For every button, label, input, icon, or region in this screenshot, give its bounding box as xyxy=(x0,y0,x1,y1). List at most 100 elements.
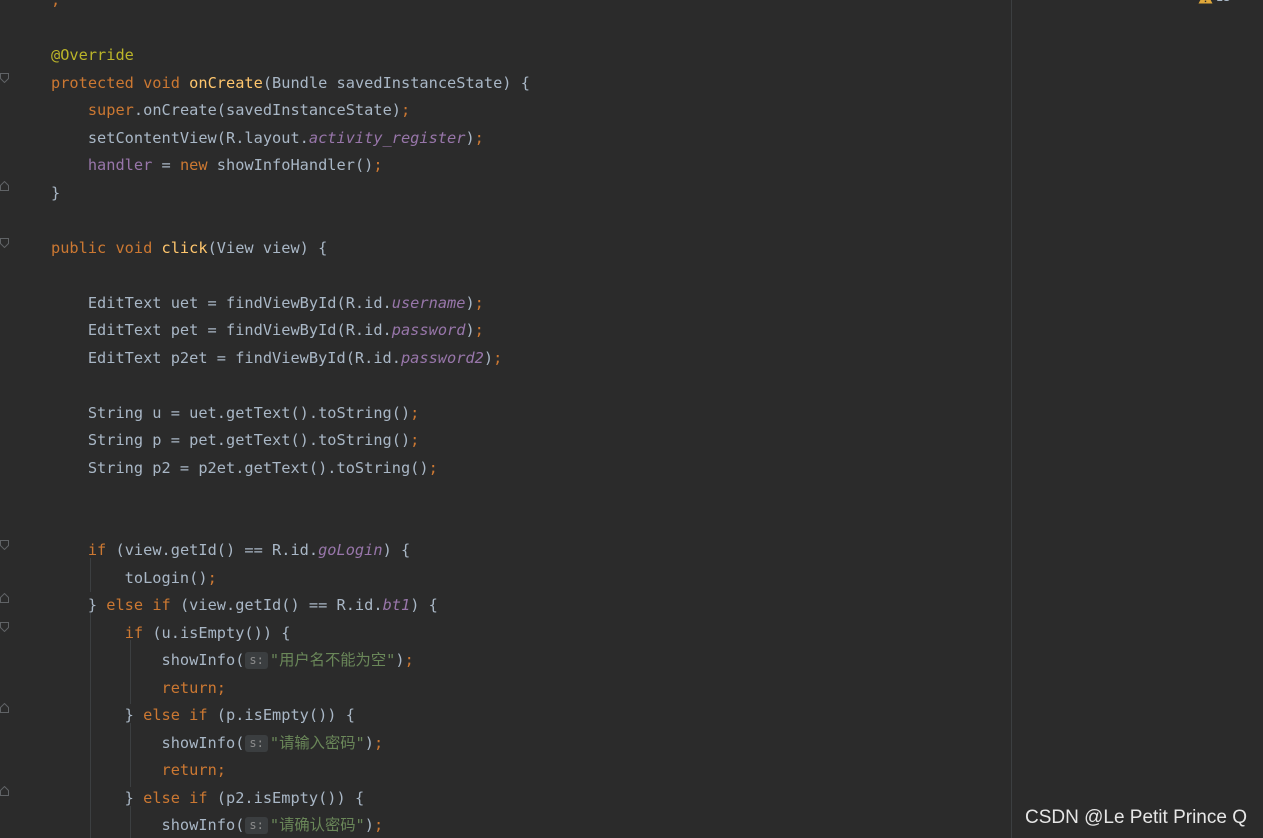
code-token: String p = pet.getText().toString() xyxy=(51,431,411,449)
code-token: password xyxy=(391,321,466,339)
inspection-widget[interactable]: 15 xyxy=(1198,0,1231,4)
code-token: password2 xyxy=(400,348,484,367)
code-token: ) xyxy=(364,816,374,834)
code-token: ; xyxy=(400,101,411,119)
code-token: return; xyxy=(161,678,226,697)
code-token: ; xyxy=(474,128,484,147)
code-token: EditText pet = findViewById(R.id. xyxy=(51,321,392,339)
code-token: "用户名不能为空" xyxy=(269,651,396,669)
code-line[interactable]: protected void onCreate(Bundle savedInst… xyxy=(51,72,530,94)
code-token: ; xyxy=(410,431,420,449)
code-line[interactable]: @Override xyxy=(51,44,134,66)
code-token: EditText uet = findViewById(R.id. xyxy=(51,293,392,312)
code-line[interactable]: String p2 = p2et.getText().toString(); xyxy=(51,457,438,479)
parameter-hint: s: xyxy=(245,734,268,752)
code-token: } xyxy=(51,596,107,614)
code-line[interactable]: showInfo(s: "用户名不能为空"); xyxy=(51,649,414,671)
code-token: (View view) { xyxy=(207,238,328,257)
code-token: ) { xyxy=(410,596,438,614)
code-token: ; xyxy=(404,651,414,669)
code-token: ; xyxy=(474,293,484,312)
code-line[interactable]: return; xyxy=(51,759,226,781)
code-token: (p2.isEmpty()) { xyxy=(216,788,365,807)
code-token: String p2 = p2et.getText().toString() xyxy=(51,458,429,477)
code-line[interactable]: } else if (p2.isEmpty()) { xyxy=(51,787,364,809)
code-token: protected void xyxy=(51,73,190,92)
code-line[interactable]: if (u.isEmpty()) { xyxy=(51,622,291,644)
code-token: click xyxy=(161,238,208,257)
code-token: String u = uet.getText().toString() xyxy=(51,403,411,422)
code-line[interactable]: EditText p2et = findViewById(R.id.passwo… xyxy=(51,347,502,369)
code-token: ) xyxy=(364,733,374,752)
code-token: ) { xyxy=(382,541,411,559)
parameter-hint: s: xyxy=(245,652,268,669)
code-token: else if xyxy=(106,596,180,614)
code-token: EditText p2et = findViewById(R.id. xyxy=(51,348,401,367)
code-line[interactable]: EditText pet = findViewById(R.id.passwor… xyxy=(51,319,484,341)
code-token: toLogin() xyxy=(51,568,208,587)
code-token: ) xyxy=(483,348,494,367)
code-token: onCreate xyxy=(189,73,263,92)
code-editor[interactable]: ; @Override protected void onCreate(Bundle… xyxy=(0,0,1011,838)
code-line[interactable]: public void click(View view) { xyxy=(51,237,327,259)
code-token: showInfo( xyxy=(51,733,245,752)
code-line[interactable]: showInfo(s: "请确认密码"); xyxy=(51,814,383,836)
code-token: if xyxy=(124,623,153,642)
code-token: setContentView(R.layout. xyxy=(51,128,309,147)
code-token: ; xyxy=(373,156,383,174)
code-token: "请确认密码" xyxy=(269,816,365,834)
code-token: ) xyxy=(465,321,475,339)
code-token: handler xyxy=(87,156,153,174)
code-token: (p.isEmpty()) { xyxy=(216,706,355,724)
code-line[interactable]: return; xyxy=(51,677,226,699)
code-token: ; xyxy=(51,0,61,9)
code-line[interactable]: super.onCreate(savedInstanceState); xyxy=(51,99,410,121)
code-token: ) xyxy=(465,293,475,312)
code-token: showInfo( xyxy=(51,816,245,834)
code-token: ; xyxy=(373,816,384,834)
code-token: return; xyxy=(161,761,226,779)
code-line[interactable]: String p = pet.getText().toString(); xyxy=(51,429,420,451)
code-line[interactable]: } xyxy=(51,182,60,204)
code-token: super xyxy=(87,101,134,119)
code-token: (view.getId() == R.id. xyxy=(179,596,383,614)
warning-count: 15 xyxy=(1216,0,1231,4)
code-token: (Bundle savedInstanceState) { xyxy=(262,73,530,92)
code-token: .onCreate(savedInstanceState) xyxy=(133,101,401,119)
code-line[interactable]: handler = new showInfoHandler(); xyxy=(51,154,383,176)
code-line[interactable]: String u = uet.getText().toString(); xyxy=(51,402,420,424)
code-token: activity_register xyxy=(308,128,466,147)
parameter-hint: s: xyxy=(245,817,268,834)
code-line[interactable]: toLogin(); xyxy=(51,567,217,589)
code-token: ) xyxy=(395,651,405,669)
code-token: ; xyxy=(493,348,503,367)
code-token: showInfoHandler() xyxy=(216,156,374,174)
code-token: public void xyxy=(51,238,162,257)
code-line[interactable]: ; xyxy=(51,0,60,11)
code-token: (u.isEmpty()) { xyxy=(152,623,291,642)
code-line[interactable]: } else if (p.isEmpty()) { xyxy=(51,704,355,726)
code-token: ; xyxy=(207,568,217,587)
code-token: ; xyxy=(373,733,384,752)
code-line[interactable]: if (view.getId() == R.id.goLogin) { xyxy=(51,539,410,561)
code-token: "请输入密码" xyxy=(269,733,365,752)
code-line[interactable]: setContentView(R.layout.activity_registe… xyxy=(51,127,484,149)
code-line[interactable]: EditText uet = findViewById(R.id.usernam… xyxy=(51,292,484,314)
code-line[interactable]: } else if (view.getId() == R.id.bt1) { xyxy=(51,594,438,616)
code-token: goLogin xyxy=(318,541,383,559)
ide-window: ; @Override protected void onCreate(Bundle… xyxy=(0,0,1263,838)
watermark: CSDN @Le Petit Prince Q xyxy=(1024,807,1247,828)
code-token: if xyxy=(87,541,116,559)
code-token: @Override xyxy=(51,46,134,64)
code-token: ; xyxy=(428,458,438,477)
code-token: else if xyxy=(143,788,217,807)
code-token: ; xyxy=(410,403,420,422)
code-token: bt1 xyxy=(382,596,411,614)
code-token: username xyxy=(391,293,466,312)
code-line[interactable]: showInfo(s: "请输入密码"); xyxy=(51,732,383,754)
code-token: else if xyxy=(143,706,217,724)
code-token: } xyxy=(51,706,144,724)
